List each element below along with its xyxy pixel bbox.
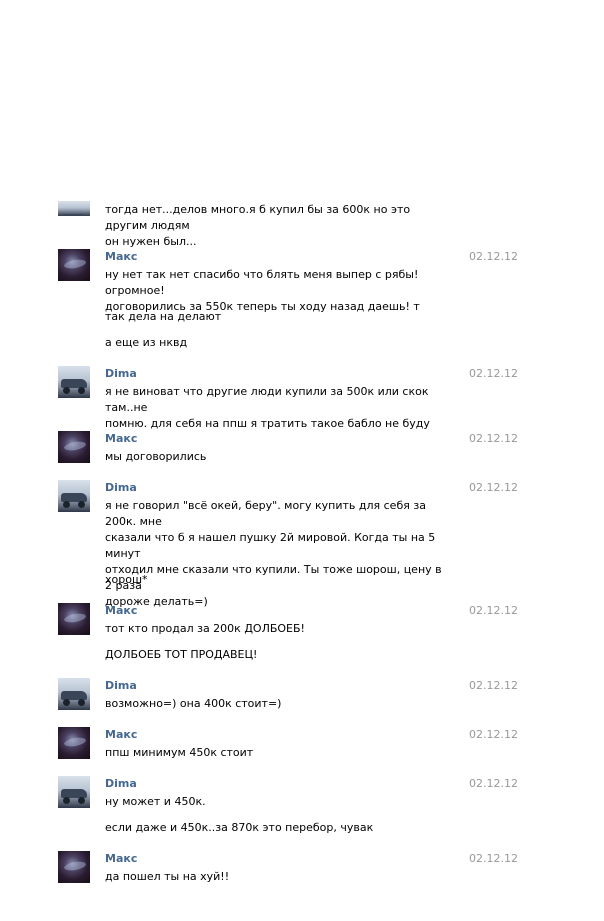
message-text: ну нет так нет спасибо что блять меня вы… — [105, 268, 420, 313]
message-text: ДОЛБОЕБ ТОТ ПРОДАВЕЦ! — [105, 648, 258, 661]
message-text: я не говорил "всё окей, беру". могу купи… — [105, 499, 442, 608]
author-name[interactable]: Dima — [105, 777, 137, 791]
message-text: тот кто продал за 200к ДОЛБОЕБ! — [105, 622, 305, 635]
avatar-maks[interactable] — [58, 727, 90, 759]
message-text: тогда нет...делов много.я б купил бы за … — [105, 203, 411, 248]
author-name[interactable]: Dima — [105, 679, 137, 693]
author-name[interactable]: Макс — [105, 604, 137, 618]
avatar-dima[interactable] — [58, 776, 90, 808]
author-name[interactable]: Макс — [105, 852, 137, 866]
message-text: да пошел ты на хуй!! — [105, 870, 230, 883]
message-text: мы договорились — [105, 450, 207, 463]
message-time[interactable]: 02.12.12 — [469, 728, 518, 742]
message-text: возможно=) она 400к стоит=) — [105, 697, 282, 710]
avatar-dima[interactable] — [58, 678, 90, 710]
author-name[interactable]: Dima — [105, 481, 137, 495]
message-time[interactable]: 02.12.12 — [469, 481, 518, 495]
author-name[interactable]: Макс — [105, 250, 137, 264]
author-name[interactable]: Макс — [105, 728, 137, 742]
author-name[interactable]: Dima — [105, 367, 137, 381]
message-text: я не виноват что другие люди купили за 5… — [105, 385, 430, 430]
avatar-maks[interactable] — [58, 249, 90, 281]
message-text: ппш минимум 450к стоит — [105, 746, 254, 759]
avatar-maks[interactable] — [58, 603, 90, 635]
message-text: так дела на делают — [105, 310, 222, 323]
message-text: если даже и 450к..за 870к это перебор, ч… — [105, 821, 374, 834]
message-text: хорош* — [105, 573, 148, 586]
message-time[interactable]: 02.12.12 — [469, 432, 518, 446]
message-history: тогда нет...делов много.я б купил бы за … — [0, 0, 604, 921]
avatar-dima[interactable] — [58, 201, 90, 216]
message-time[interactable]: 02.12.12 — [469, 604, 518, 618]
author-name[interactable]: Макс — [105, 432, 137, 446]
avatar-maks[interactable] — [58, 431, 90, 463]
message-text: а еще из нквд — [105, 336, 188, 349]
avatar-maks[interactable] — [58, 851, 90, 883]
message-time[interactable]: 02.12.12 — [469, 852, 518, 866]
message-time[interactable]: 02.12.12 — [469, 777, 518, 791]
message-time[interactable]: 02.12.12 — [469, 679, 518, 693]
message-time[interactable]: 02.12.12 — [469, 250, 518, 264]
avatar-dima[interactable] — [58, 366, 90, 398]
message-text: ну может и 450к. — [105, 795, 206, 808]
message-time[interactable]: 02.12.12 — [469, 367, 518, 381]
avatar-dima[interactable] — [58, 480, 90, 512]
